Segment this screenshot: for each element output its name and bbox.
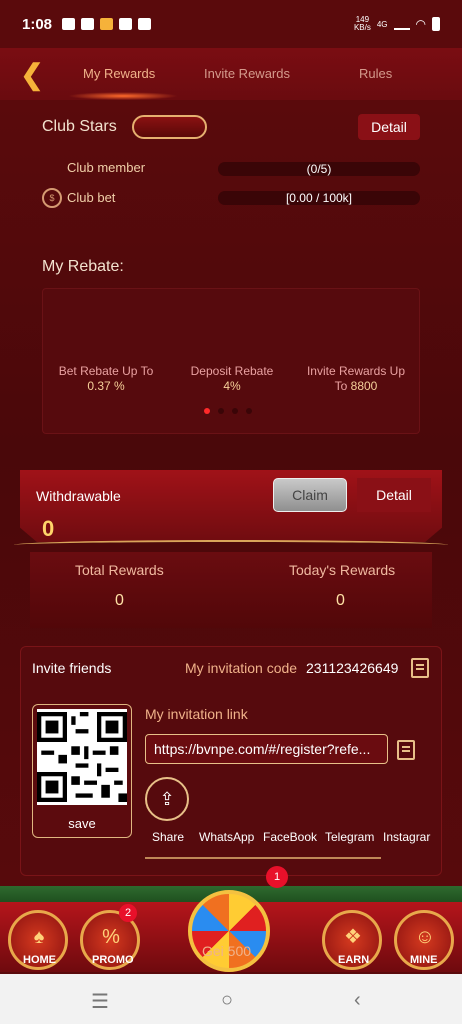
back-icon[interactable]: ‹	[354, 989, 361, 1012]
carousel-dot[interactable]	[232, 408, 238, 414]
share-facebook[interactable]: FaceBook	[263, 830, 317, 844]
share-telegram[interactable]: Telegram	[325, 830, 374, 844]
share-instagram[interactable]: Instagrar	[383, 830, 430, 844]
copy-code-icon[interactable]	[411, 658, 429, 678]
carousel-dot[interactable]	[218, 408, 224, 414]
club-detail-button[interactable]: Detail	[358, 114, 420, 140]
club-stars-title: Club Stars	[42, 118, 117, 135]
invitation-code-value: 231123426649	[306, 660, 399, 676]
status-right: 149 KB/s 4G ◠	[354, 16, 440, 32]
network-label: 4G	[376, 19, 388, 29]
share-icon: ⇪	[159, 788, 175, 809]
coin-icon: $	[42, 188, 62, 208]
tab-rules[interactable]: Rules	[359, 66, 392, 81]
back-button[interactable]: ❮	[12, 54, 52, 94]
club-member-progress: (0/5)	[218, 162, 420, 176]
gift-icon: ❖	[344, 926, 362, 948]
status-bar: 1:08 149 KB/s 4G ◠	[0, 0, 462, 48]
active-tab-indicator	[68, 92, 178, 100]
home-circle-icon[interactable]: ○	[221, 989, 233, 1012]
rebate-title: My Rebate:	[42, 258, 124, 275]
promo-badge: 2	[119, 904, 137, 922]
invite-title: Invite friends	[32, 660, 112, 676]
invitation-code-label: My invitation code	[185, 660, 298, 676]
qr-code-card: save	[32, 704, 132, 838]
club-member-label: Club member	[67, 160, 146, 175]
status-time: 1:08	[22, 15, 53, 33]
qr-save-button[interactable]: save	[33, 816, 131, 831]
share-button[interactable]: ⇪	[145, 777, 189, 821]
top-nav: ❮ My Rewards Invite Rewards Rules	[0, 48, 462, 100]
back-arrow-icon: ❮	[20, 58, 44, 90]
net-speed: 149 KB/s	[353, 15, 371, 32]
divider	[14, 540, 448, 550]
wheel-label[interactable]: Gei 500	[202, 943, 251, 959]
wifi-icon: ◠	[415, 17, 426, 31]
invitation-link-field[interactable]: https://bvnpe.com/#/register?refe...	[145, 734, 388, 764]
share-label[interactable]: Share	[152, 830, 184, 844]
invitation-link-label: My invitation link	[145, 706, 248, 722]
app-icon	[100, 18, 114, 30]
instagram-icon	[81, 18, 95, 30]
share-whatsapp[interactable]: WhatsApp	[199, 830, 254, 844]
recents-icon[interactable]: ☰	[91, 989, 109, 1014]
promo-icon: %	[102, 926, 120, 948]
tab-my-rewards[interactable]: My Rewards	[83, 66, 155, 81]
todays-rewards-value: 0	[336, 592, 345, 609]
nav-home-label: HOME	[23, 954, 56, 966]
home-icon: ♠	[33, 926, 45, 948]
todays-rewards-label: Today's Rewards	[289, 562, 396, 578]
carousel-dots	[204, 408, 252, 414]
club-bet-label: Club bet	[67, 190, 116, 205]
tab-invite-rewards[interactable]: Invite Rewards	[204, 66, 290, 81]
claim-button[interactable]: Claim	[273, 478, 347, 512]
qr-code-image	[37, 709, 127, 805]
copy-link-icon[interactable]	[397, 740, 415, 760]
club-stars-badge	[132, 115, 207, 139]
app-icon-2	[119, 18, 133, 30]
nav-promo-label: PROMO	[92, 954, 134, 966]
rebate-item-deposit: Deposit Rebate 4%	[190, 364, 274, 393]
withdraw-detail-button[interactable]: Detail	[357, 478, 431, 512]
snapchat-icon	[62, 18, 76, 30]
rebate-item-invite: Invite Rewards Up To 8800	[306, 364, 406, 393]
withdrawable-value: 0	[42, 516, 55, 541]
youtube-icon	[138, 18, 152, 30]
mine-icon: ☺	[414, 926, 436, 948]
total-rewards-label: Total Rewards	[75, 562, 164, 578]
signal-icon	[393, 18, 410, 30]
carousel-dot[interactable]	[246, 408, 252, 414]
rebate-item-bet: Bet Rebate Up To 0.37 %	[58, 364, 154, 393]
system-nav-bar: ☰ ○ ‹	[0, 974, 462, 1024]
withdrawable-label: Withdrawable	[36, 488, 121, 504]
wheel-icon[interactable]	[188, 890, 270, 972]
wheel-badge: 1	[266, 866, 288, 888]
total-rewards-value: 0	[115, 592, 124, 609]
carousel-dot[interactable]	[204, 408, 210, 414]
nav-earn-label: EARN	[338, 954, 370, 966]
battery-icon	[432, 17, 440, 31]
club-bet-progress: [0.00 / 100k]	[218, 191, 420, 205]
notification-icons	[62, 18, 152, 30]
nav-mine-label: MINE	[410, 954, 438, 966]
